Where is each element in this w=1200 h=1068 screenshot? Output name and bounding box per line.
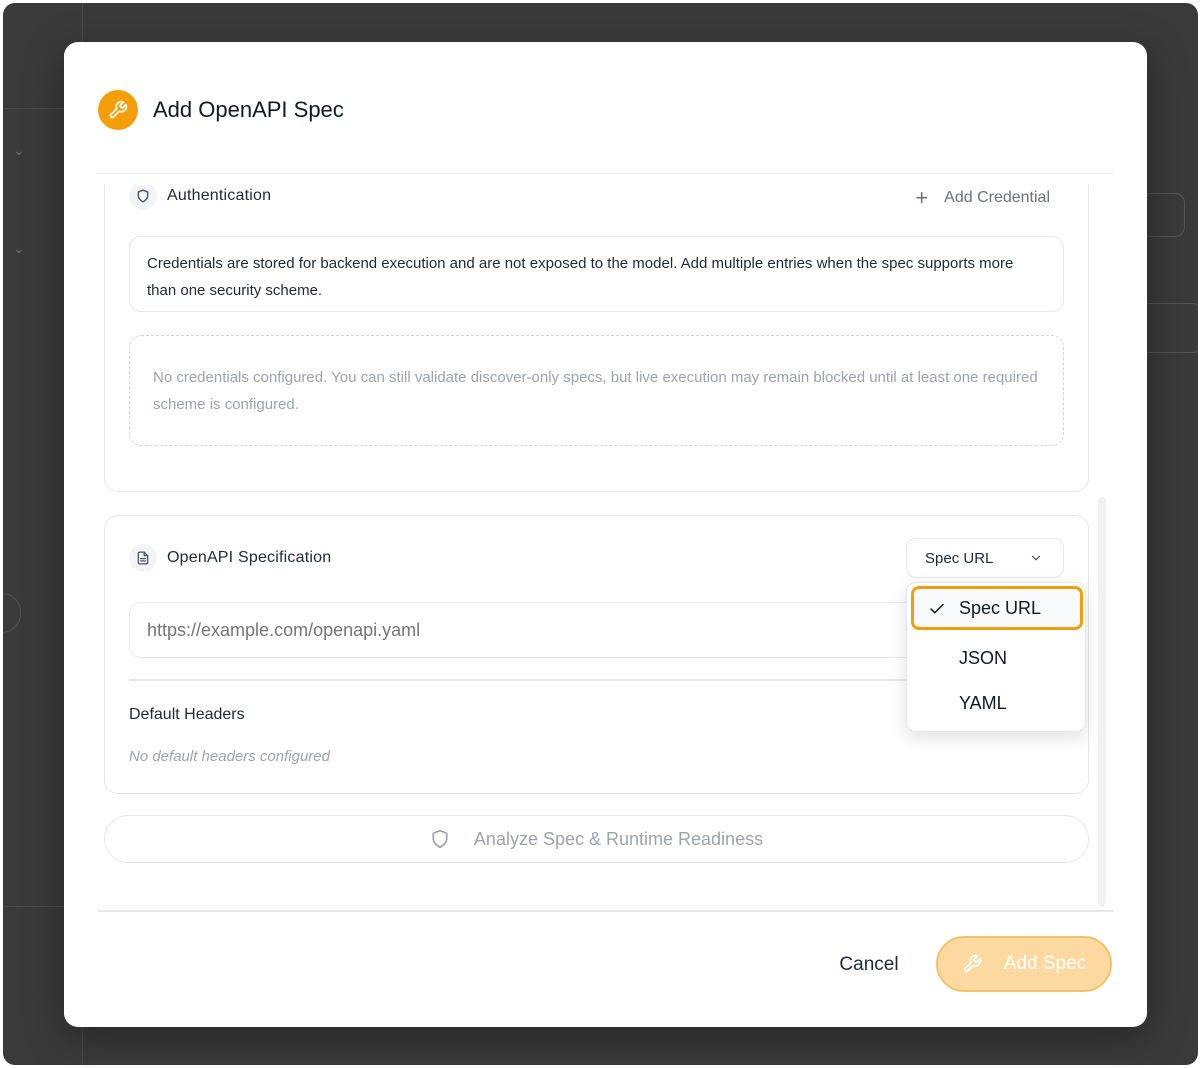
file-icon bbox=[129, 544, 157, 572]
add-spec-button[interactable]: Add Spec bbox=[936, 936, 1112, 992]
wrench-icon bbox=[962, 954, 982, 974]
add-credential-button[interactable]: + Add Credential bbox=[915, 185, 1050, 211]
dropdown-option-label: JSON bbox=[959, 647, 1008, 668]
cancel-button[interactable]: Cancel bbox=[824, 945, 914, 985]
credentials-info-text: Credentials are stored for backend execu… bbox=[129, 236, 1064, 312]
dialog-scroll-area[interactable]: Authentication + Add Credential Credenti… bbox=[98, 185, 1113, 920]
spec-source-dropdown: Spec URL JSON YAML bbox=[906, 582, 1086, 732]
specification-title: OpenAPI Specification bbox=[167, 549, 332, 566]
background-chevron-icon: ⌄ bbox=[13, 241, 25, 257]
wrench-icon bbox=[98, 89, 138, 130]
authentication-header: Authentication bbox=[129, 185, 271, 210]
dialog-header: Add OpenAPI Spec bbox=[98, 76, 1113, 174]
add-openapi-spec-dialog: Add OpenAPI Spec Authentication + Add Cr… bbox=[64, 42, 1147, 1027]
dropdown-option-json[interactable]: JSON bbox=[911, 636, 1083, 680]
add-credential-label: Add Credential bbox=[944, 189, 1050, 206]
default-headers-empty: No default headers configured bbox=[129, 748, 330, 765]
dropdown-option-spec-url[interactable]: Spec URL bbox=[911, 586, 1083, 630]
shield-icon bbox=[430, 829, 450, 849]
check-icon bbox=[928, 600, 946, 623]
spec-source-value: Spec URL bbox=[925, 549, 994, 567]
add-spec-label: Add Spec bbox=[1003, 953, 1087, 974]
scrollbar[interactable] bbox=[1098, 497, 1106, 907]
no-credentials-placeholder: No credentials configured. You can still… bbox=[129, 335, 1064, 446]
dropdown-option-label: Spec URL bbox=[959, 597, 1042, 618]
plus-icon: + bbox=[915, 185, 929, 210]
background-button bbox=[1141, 193, 1185, 237]
authentication-section: Authentication + Add Credential Credenti… bbox=[104, 185, 1089, 492]
default-headers-label: Default Headers bbox=[129, 706, 245, 723]
chevron-down-icon bbox=[1029, 551, 1043, 569]
dropdown-option-yaml[interactable]: YAML bbox=[911, 681, 1083, 725]
dialog-title: Add OpenAPI Spec bbox=[153, 96, 344, 122]
spec-source-select[interactable]: Spec URL bbox=[906, 538, 1064, 578]
footer-divider bbox=[98, 910, 1113, 912]
specification-header: OpenAPI Specification bbox=[129, 544, 331, 572]
analyze-spec-button[interactable]: Analyze Spec & Runtime Readiness bbox=[104, 815, 1089, 863]
shield-icon bbox=[129, 185, 157, 210]
analyze-spec-label: Analyze Spec & Runtime Readiness bbox=[473, 828, 764, 849]
authentication-title: Authentication bbox=[167, 187, 272, 204]
dropdown-option-label: YAML bbox=[959, 692, 1007, 713]
background-chevron-icon: ⌄ bbox=[13, 143, 25, 159]
